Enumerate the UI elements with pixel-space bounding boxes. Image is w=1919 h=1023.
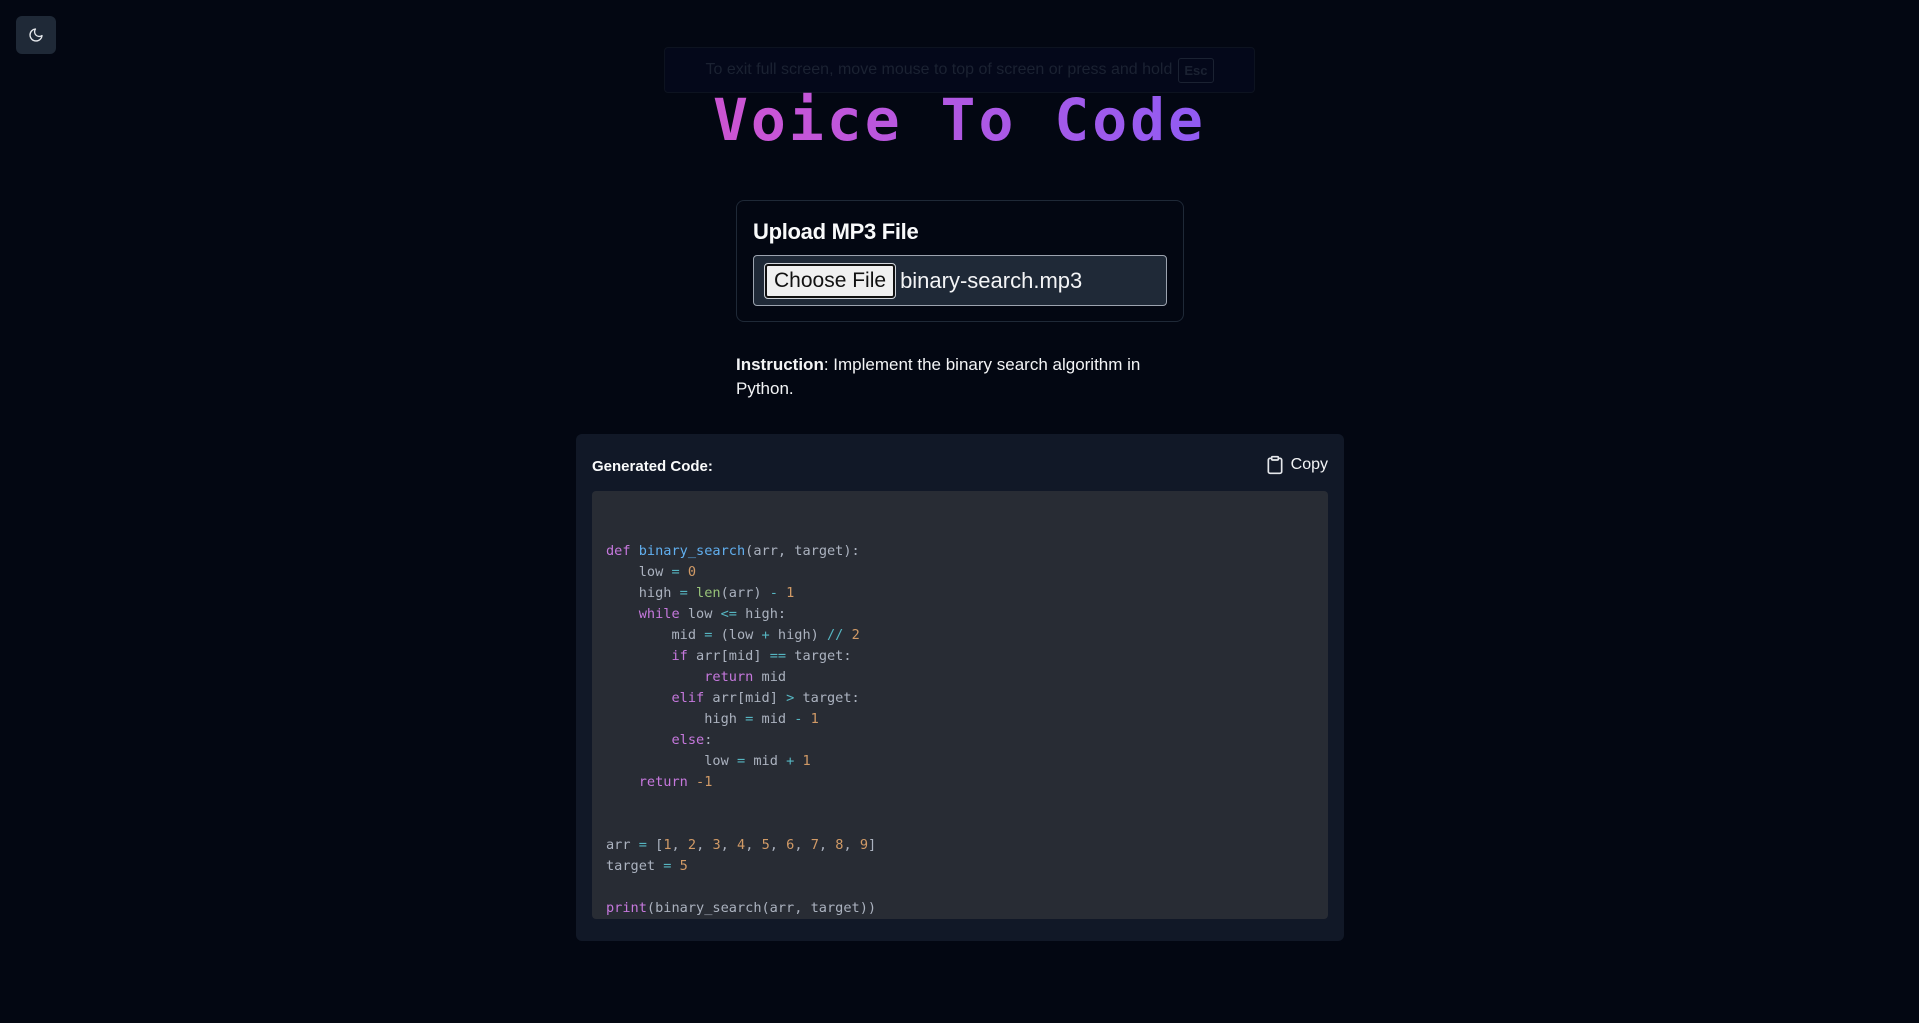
code-line: mid = (low + high) // 2 xyxy=(606,627,860,643)
code-line: high = mid - 1 xyxy=(606,711,819,727)
code-line: low = 0 xyxy=(606,564,697,580)
generated-code-panel: Generated Code: Copy def binary_search(a… xyxy=(576,434,1344,941)
selected-file-name: binary-search.mp3 xyxy=(900,267,1083,293)
copy-label: Copy xyxy=(1290,456,1328,473)
code-line: while low <= high: xyxy=(638,606,787,622)
generated-code-heading: Generated Code: xyxy=(592,458,713,475)
file-input[interactable]: Choose File binary-search.mp3 xyxy=(753,255,1167,306)
code-line: target = 5 xyxy=(606,858,688,874)
esc-key-badge: Esc xyxy=(1178,57,1214,83)
code-line: arr = [1, 2, 3, 4, 5, 6, 7, 8, 9] xyxy=(606,837,877,853)
choose-file-button[interactable]: Choose File xyxy=(763,262,897,299)
copy-button[interactable]: Copy xyxy=(1265,454,1328,476)
fullscreen-notice-text: To exit full screen, move mouse to top o… xyxy=(705,61,1173,78)
theme-toggle-button[interactable] xyxy=(16,16,56,54)
code-line: else: xyxy=(671,732,713,748)
upload-heading: Upload MP3 File xyxy=(753,219,919,244)
code-line: print(binary_search(arr, target)) xyxy=(606,900,877,916)
clipboard-icon xyxy=(1267,455,1283,475)
instruction-label: Instruction xyxy=(736,355,824,374)
instruction-text: Instruction: Implement the binary search… xyxy=(736,353,1156,401)
code-line: high = len(arr) - 1 xyxy=(606,585,795,601)
code-line: def binary_search(arr, target): xyxy=(606,543,860,559)
upload-card: Upload MP3 File Choose File binary-searc… xyxy=(736,200,1184,322)
page-title: Voice To Code xyxy=(0,84,1919,156)
code-line: return -1 xyxy=(638,774,713,790)
code-line: elif arr[mid] > target: xyxy=(671,690,860,706)
code-line: return mid xyxy=(704,669,787,685)
code-block: def binary_search(arr, target): low = 0 … xyxy=(592,491,1328,919)
moon-icon xyxy=(29,28,43,42)
code-line: if arr[mid] == target: xyxy=(671,648,852,664)
code-line: low = mid + 1 xyxy=(606,753,811,769)
